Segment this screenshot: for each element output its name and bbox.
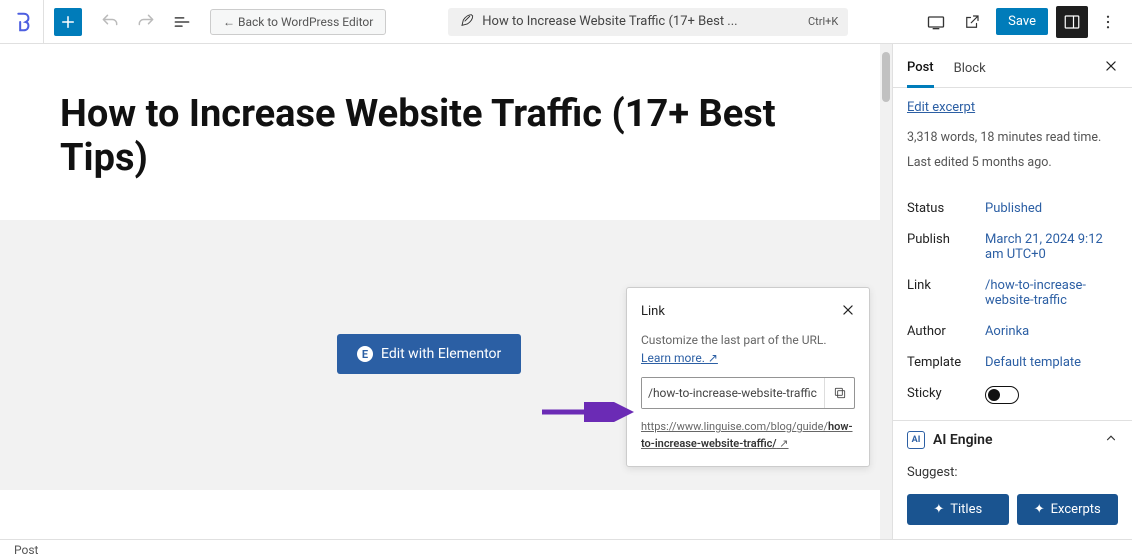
more-options-button[interactable] (1092, 6, 1124, 38)
suggest-excerpts-button[interactable]: ✦ Excerpts (1017, 494, 1119, 525)
status-row[interactable]: Status Published (907, 193, 1118, 224)
add-block-button[interactable] (54, 8, 82, 36)
keyboard-shortcut-label: Ctrl+K (808, 15, 838, 28)
ai-engine-panel-header[interactable]: AI AI Engine (893, 420, 1132, 459)
tab-block[interactable]: Block (954, 55, 986, 86)
suggest-label: Suggest: (893, 459, 1132, 486)
back-to-wordpress-button[interactable]: ← Back to WordPress Editor (210, 9, 386, 35)
copy-permalink-button[interactable] (824, 378, 854, 408)
editor-scrollbar[interactable] (880, 44, 892, 539)
post-settings-list: Status Published Publish March 21, 2024 … (893, 185, 1132, 420)
author-row[interactable]: Author Aorinka (907, 316, 1118, 347)
settings-sidebar: Post Block Edit excerpt 3,318 words, 18 … (892, 44, 1132, 539)
edit-with-elementor-button[interactable]: E Edit with Elementor (337, 334, 521, 374)
breadcrumb[interactable]: Post (14, 543, 38, 557)
permalink-input[interactable] (642, 378, 824, 408)
chevron-up-icon (1104, 431, 1118, 449)
save-button[interactable]: Save (996, 8, 1048, 35)
app-logo[interactable] (0, 0, 44, 44)
ai-suggest-buttons: ✦ Titles ✦ Excerpts (893, 486, 1132, 537)
settings-panel-toggle[interactable] (1056, 6, 1088, 38)
template-row[interactable]: Template Default template (907, 347, 1118, 378)
feather-icon (458, 12, 474, 32)
top-toolbar: ← Back to WordPress Editor How to Increa… (0, 0, 1132, 44)
suggest-titles-button[interactable]: ✦ Titles (907, 494, 1009, 525)
sticky-toggle[interactable] (985, 386, 1019, 404)
document-title-bar[interactable]: How to Increase Website Traffic (17+ Bes… (448, 8, 848, 36)
ai-engine-icon: AI (907, 431, 925, 449)
link-settings-popover: Link Customize the last part of the URL.… (626, 287, 870, 467)
document-overview-button[interactable] (166, 6, 198, 38)
tab-post[interactable]: Post (907, 54, 934, 88)
sticky-row: Sticky (907, 378, 1118, 412)
sparkle-icon: ✦ (1034, 502, 1045, 517)
close-sidebar-button[interactable] (1104, 58, 1118, 83)
undo-button[interactable] (94, 6, 126, 38)
edit-excerpt-link[interactable]: Edit excerpt (907, 100, 975, 115)
elementor-icon: E (357, 346, 373, 362)
full-url-link[interactable]: https://www.linguise.com/blog/guide/how-… (641, 419, 855, 452)
word-count-label: 3,318 words, 18 minutes read time. (907, 129, 1118, 148)
permalink-input-wrap (641, 377, 855, 409)
last-edited-label: Last edited 5 months ago. (907, 154, 1118, 173)
link-popover-title: Link (641, 304, 665, 319)
close-link-popover-button[interactable] (841, 302, 855, 321)
redo-button[interactable] (130, 6, 162, 38)
page-title[interactable]: How to Increase Website Traffic (17+ Bes… (0, 44, 892, 200)
status-bar: Post (0, 539, 1132, 559)
view-mode-button[interactable] (920, 6, 952, 38)
document-title-text: How to Increase Website Traffic (17+ Bes… (482, 14, 798, 29)
open-external-button[interactable] (956, 6, 988, 38)
elementor-button-label: Edit with Elementor (381, 346, 501, 362)
workspace: How to Increase Website Traffic (17+ Bes… (0, 44, 1132, 539)
learn-more-link[interactable]: Learn more. ↗ (641, 351, 718, 365)
publish-date-row[interactable]: Publish March 21, 2024 9:12 am UTC+0 (907, 224, 1118, 270)
ai-engine-title: AI Engine (933, 432, 1104, 448)
editor-column: How to Increase Website Traffic (17+ Bes… (0, 44, 892, 539)
elementor-placeholder-area: E Edit with Elementor Link Customize the… (0, 220, 892, 490)
summary-section: Edit excerpt 3,318 words, 18 minutes rea… (893, 88, 1132, 185)
link-popover-description: Customize the last part of the URL. Lear… (641, 331, 855, 367)
sidebar-tabs: Post Block (893, 44, 1132, 88)
sparkle-icon: ✦ (933, 502, 944, 517)
link-row[interactable]: Link /how-to-increase-website-traffic (907, 270, 1118, 316)
editor-scrollbar-thumb[interactable] (882, 52, 890, 102)
